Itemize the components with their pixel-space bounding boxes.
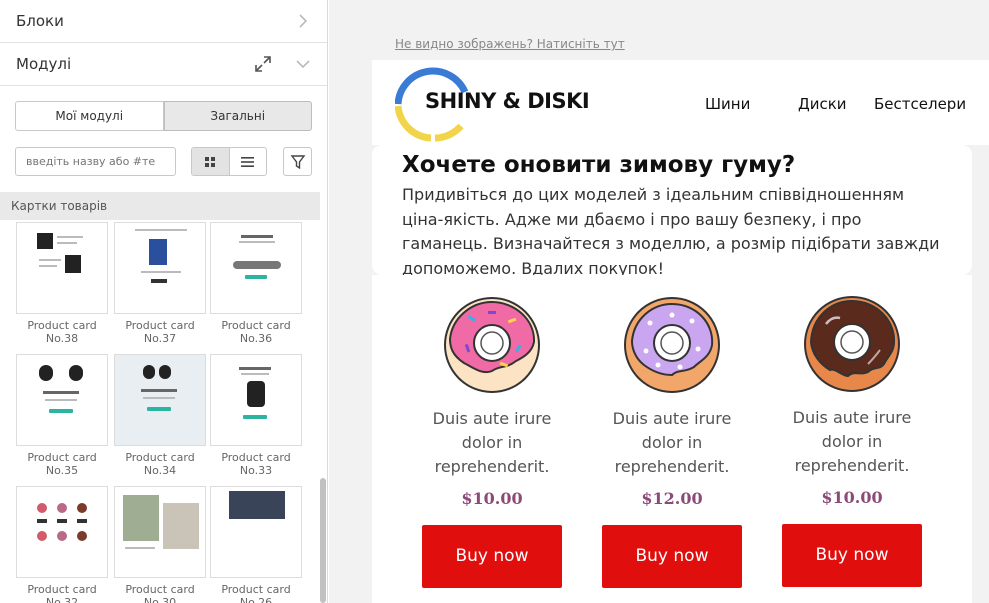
module-card-label: Product card No.37 [125,319,195,345]
module-card[interactable]: Product card No.38 [16,222,108,345]
product-description: Duis aute irure dolor in reprehenderit. [612,409,732,476]
nav-link-tires[interactable]: Шини [705,95,750,113]
module-card[interactable]: Product card No.34 [114,354,206,477]
view-images-link[interactable]: Не видно зображень? Натисніть тут [395,37,625,51]
module-card[interactable]: Product card No.26 [210,486,302,603]
module-thumbnail [16,486,108,578]
module-card[interactable]: Product card No.33 [210,354,302,477]
buy-now-button[interactable]: Buy now [602,525,742,588]
module-card-grid: Product card No.38 Product card No.37 Pr… [0,220,316,603]
module-thumbnail [210,486,302,578]
category-header: Картки товарів [0,192,320,220]
product-price: $10.00 [821,488,883,507]
modules-section-header[interactable]: Модулі [0,43,327,86]
module-thumbnail [210,354,302,446]
module-thumbnail [114,222,206,314]
module-card-label: Product card No.36 [221,319,291,345]
modules-title: Модулі [16,55,72,73]
module-card-label: Product card No.32 [27,583,97,603]
module-thumbnail [210,222,302,314]
module-sidebar: Блоки Модулі Мої модулі Загальні К [0,0,328,603]
module-card-label: Product card No.35 [27,451,97,477]
chevron-down-icon[interactable] [295,56,311,72]
module-card-label: Product card No.34 [125,451,195,477]
buy-now-button[interactable]: Buy now [782,524,922,587]
product-price: $12.00 [641,489,703,508]
module-card-label: Product card No.26 [221,583,291,603]
tab-my-modules[interactable]: Мої модулі [15,101,164,131]
brand-name: SHINY & DISKI [425,89,590,113]
module-search-input[interactable] [15,147,176,176]
product-description: Duis aute irure dolor in reprehenderit. [792,408,912,475]
hero-section: Хочете оновити зимову гуму? Придивіться … [372,145,972,278]
module-card[interactable]: Product card No.35 [16,354,108,477]
module-card[interactable]: Product card No.37 [114,222,206,345]
product-price: $10.00 [461,489,523,508]
lilac-donut-icon [624,297,720,393]
product-card: Duis aute irure dolor in reprehenderit. … [422,295,562,588]
filter-icon [290,154,305,169]
product-description: Duis aute irure dolor in reprehenderit. [432,409,552,476]
hero-text: Придивіться до цих моделей з ідеальним с… [402,185,940,278]
module-thumbnail [16,222,108,314]
list-view-button[interactable] [230,148,267,175]
module-card-label: Product card No.33 [221,451,291,477]
product-card: Duis aute irure dolor in reprehenderit. … [602,295,742,588]
grid-icon [205,156,216,167]
blocks-section-header[interactable]: Блоки [0,0,327,43]
module-card-label: Product card No.30 [125,583,195,603]
module-card[interactable]: Product card No.32 [16,486,108,603]
chocolate-donut-icon [804,296,900,392]
buy-now-button[interactable]: Buy now [422,525,562,588]
chevron-right-icon [299,14,308,28]
grid-view-button[interactable] [192,148,230,175]
view-toggle [191,147,267,176]
module-card-label: Product card No.38 [27,319,97,345]
blocks-title: Блоки [16,12,64,30]
sidebar-scrollbar[interactable] [320,478,326,603]
module-card[interactable]: Product card No.36 [210,222,302,345]
product-card: Duis aute irure dolor in reprehenderit. … [782,294,922,587]
filter-button[interactable] [283,147,312,176]
module-scope-toggle: Мої модулі Загальні [15,101,312,131]
tab-common-modules[interactable]: Загальні [163,101,312,131]
module-card[interactable]: Product card No.30 [114,486,206,603]
module-thumbnail [114,486,206,578]
pink-donut-icon [444,297,540,393]
module-thumbnail [16,354,108,446]
expand-icon[interactable] [253,54,273,74]
nav-link-bestsellers[interactable]: Бестселери [874,95,966,113]
list-icon [241,156,255,167]
nav-link-disks[interactable]: Диски [798,95,847,113]
hero-title: Хочете оновити зимову гуму? [402,152,796,178]
module-thumbnail [114,354,206,446]
